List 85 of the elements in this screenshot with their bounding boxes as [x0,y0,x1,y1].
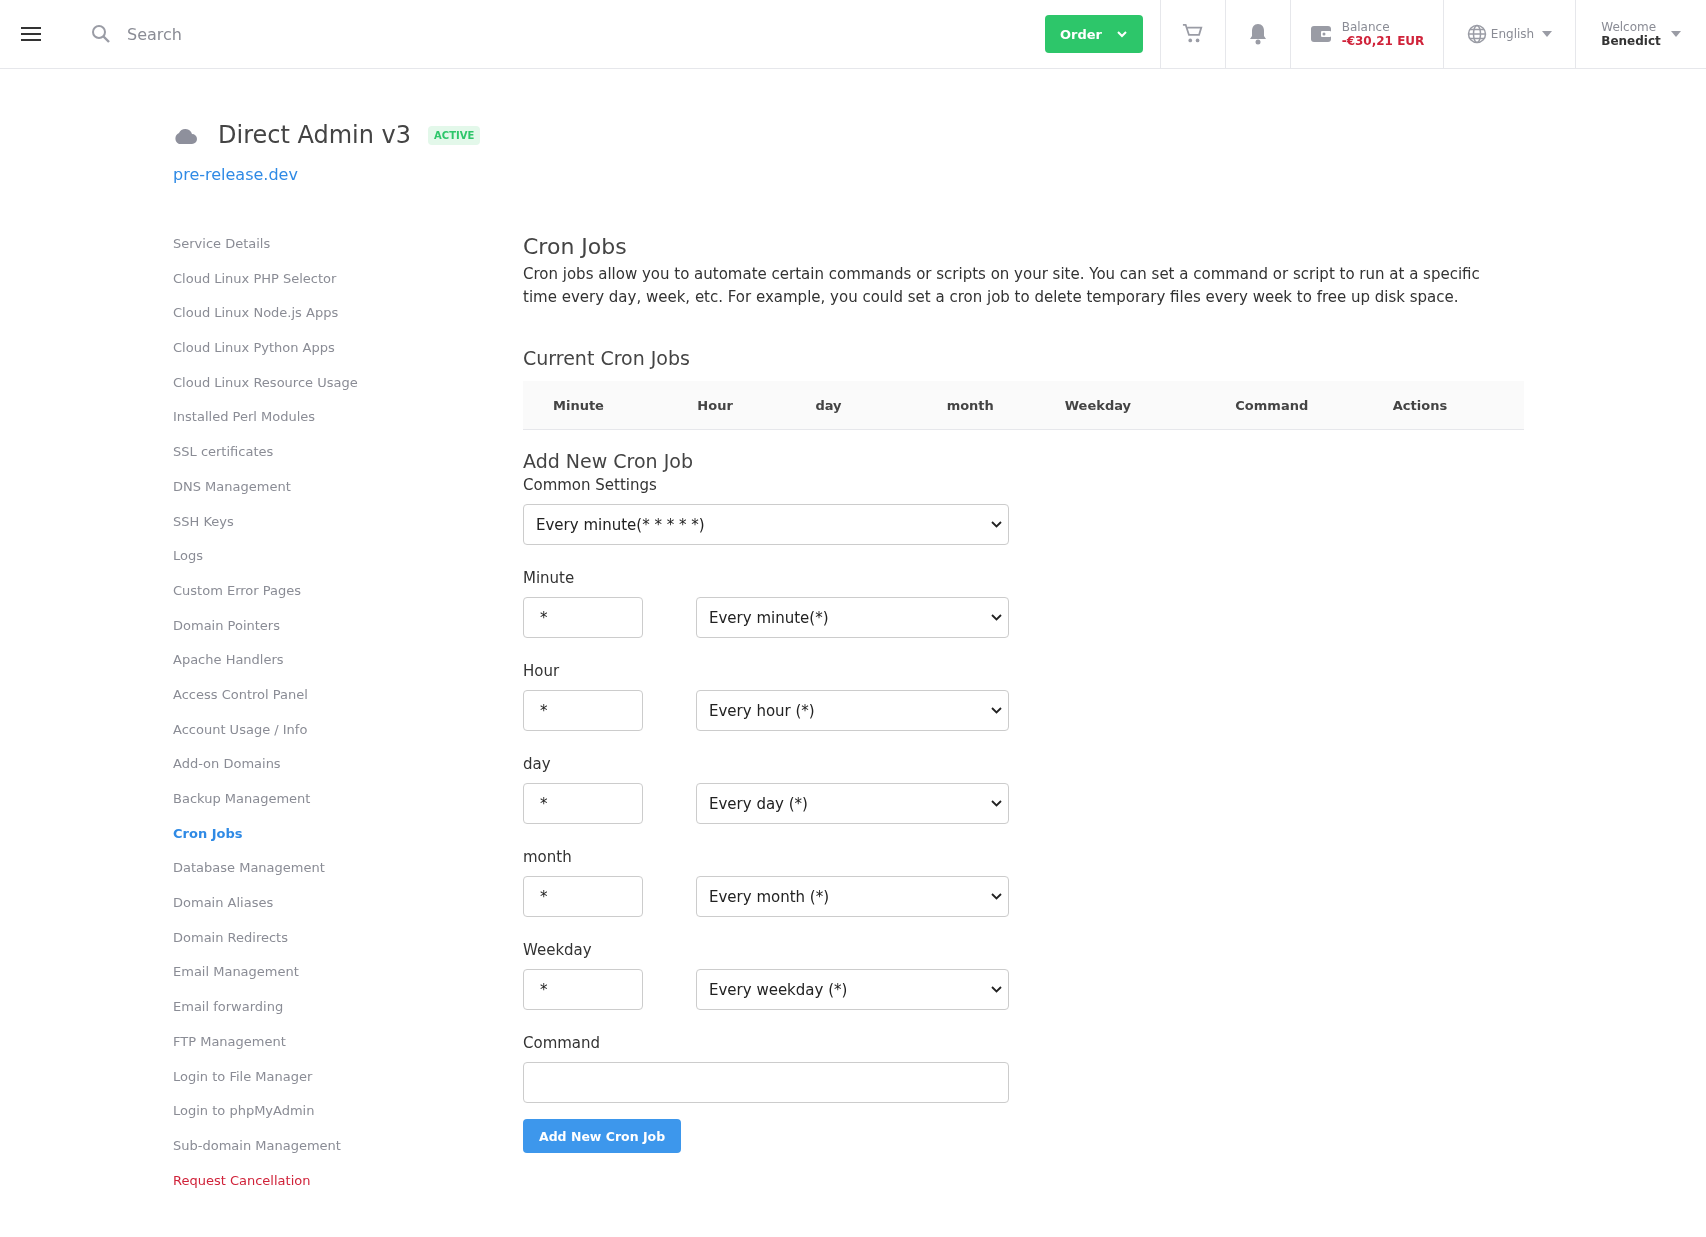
sidebar-item[interactable]: SSL certificates [173,442,523,477]
page-description: Cron jobs allow you to automate certain commands or scripts on your site. You can set a command or script to run at a specific time every day, week, etc. For example, you could set a cron job to delete temporary files every week to free up disk space. [523,264,1481,308]
field-label: Hour [523,662,561,680]
sidebar-item[interactable]: Custom Error Pages [173,580,523,616]
field-label: day [523,755,552,773]
sidebar-item[interactable]: Cloud Linux Resource Usage [173,372,523,408]
chevron-icon [991,893,1002,900]
chevron-icon [991,707,1002,714]
field-label: Minute [523,569,576,587]
cloud-icon [173,126,198,144]
cart-icon[interactable] [1182,23,1204,45]
sidebar-item[interactable]: Cloud Linux Node.js Apps [173,303,523,339]
sidebar-item[interactable]: Add-on Domains [173,754,523,789]
sidebar-item[interactable]: Login to File Manager [173,1066,523,1102]
bell-icon[interactable] [1248,23,1268,45]
chevron-icon [1116,30,1128,38]
caret-icon [1542,31,1553,37]
page-title: Cron Jobs [523,234,628,259]
sidebar-item[interactable]: Cron Jobs [173,823,523,859]
command-field[interactable] [523,1062,1009,1103]
sidebar-item[interactable]: SSH Keys [173,511,523,547]
sidebar-item[interactable]: Domain Redirects [173,927,523,963]
field-label: Command [523,1034,602,1052]
sidebar-item[interactable]: Request Cancellation [173,1170,523,1206]
sidebar-item[interactable]: Email Management [173,962,523,998]
common-settings-select[interactable]: Every minute(* * * * *) [523,504,1009,545]
sidebar-item[interactable]: Sub-domain Management [173,1135,523,1171]
input-field[interactable]: * [523,876,643,917]
preset-select[interactable]: Every month (*) [696,876,1009,917]
field-label: Weekday [523,941,593,959]
column-header: Hour [697,397,733,413]
sidebar-item[interactable]: FTP Management [173,1031,523,1067]
column-header: month [946,397,994,413]
language-selector[interactable]: English [1490,27,1535,41]
input-field[interactable]: * [523,783,643,824]
sidebar-item[interactable]: Domain Pointers [173,615,523,651]
field-label: month [523,848,573,866]
sidebar-item[interactable]: Apache Handlers [173,650,523,685]
sidebar-item[interactable]: Database Management [173,858,523,894]
service-title: Direct Admin v3 [218,121,412,149]
column-header: Minute [553,397,604,413]
status-badge: ACTIVE [428,125,481,145]
sidebar-item[interactable]: Cloud Linux Python Apps [173,338,523,373]
preset-select[interactable]: Every weekday (*) [696,969,1009,1010]
chevron-icon [991,521,1002,528]
chevron-icon [991,800,1002,807]
wallet-icon [1309,24,1332,44]
column-header: Command [1235,397,1309,413]
sidebar-item[interactable]: Backup Management [173,789,523,824]
welcome-label: Welcome [1601,20,1658,34]
balance-amount: -€30,21 EUR [1341,34,1425,48]
sidebar-item[interactable]: Logs [173,546,523,581]
sidebar-item[interactable]: Account Usage / Info [173,719,523,755]
sidebar-item[interactable]: Service Details [173,234,523,269]
sidebar-item[interactable]: Login to phpMyAdmin [173,1101,523,1136]
sidebar-item[interactable]: Installed Perl Modules [173,407,523,443]
field-label: Common Settings [523,476,658,494]
balance-label: Balance [1341,20,1391,34]
add-cron-job-button[interactable]: Add New Cron Job [523,1119,682,1153]
section-title: Current Cron Jobs [523,347,691,369]
preset-select[interactable]: Every hour (*) [696,690,1009,731]
preset-select[interactable]: Every day (*) [696,783,1009,824]
order-button[interactable]: Order [1045,15,1143,53]
sidebar-item[interactable]: Domain Aliases [173,893,523,928]
sidebar-item[interactable]: Email forwarding [173,997,523,1032]
chevron-icon [991,614,1002,621]
sidebar-item[interactable]: Access Control Panel [173,684,523,720]
column-header: Weekday [1064,397,1132,413]
caret-icon [1670,31,1681,37]
user-name[interactable]: Benedict [1601,34,1661,48]
domain-link[interactable]: pre-release.dev [173,165,298,184]
search-icon [91,24,111,44]
section-title: Add New Cron Job [523,450,694,472]
preset-select[interactable]: Every minute(*) [696,597,1009,638]
chevron-icon [991,986,1002,993]
sidebar-item[interactable]: DNS Management [173,476,523,512]
column-header: day [815,397,842,413]
menu-icon[interactable] [21,27,41,41]
input-field[interactable]: * [523,969,643,1010]
globe-icon [1466,24,1487,44]
search-field[interactable]: Search [125,23,429,45]
input-field[interactable]: * [523,597,643,638]
input-field[interactable]: * [523,690,643,731]
sidebar-item[interactable]: Cloud Linux PHP Selector [173,268,523,304]
column-header: Actions [1392,397,1448,413]
